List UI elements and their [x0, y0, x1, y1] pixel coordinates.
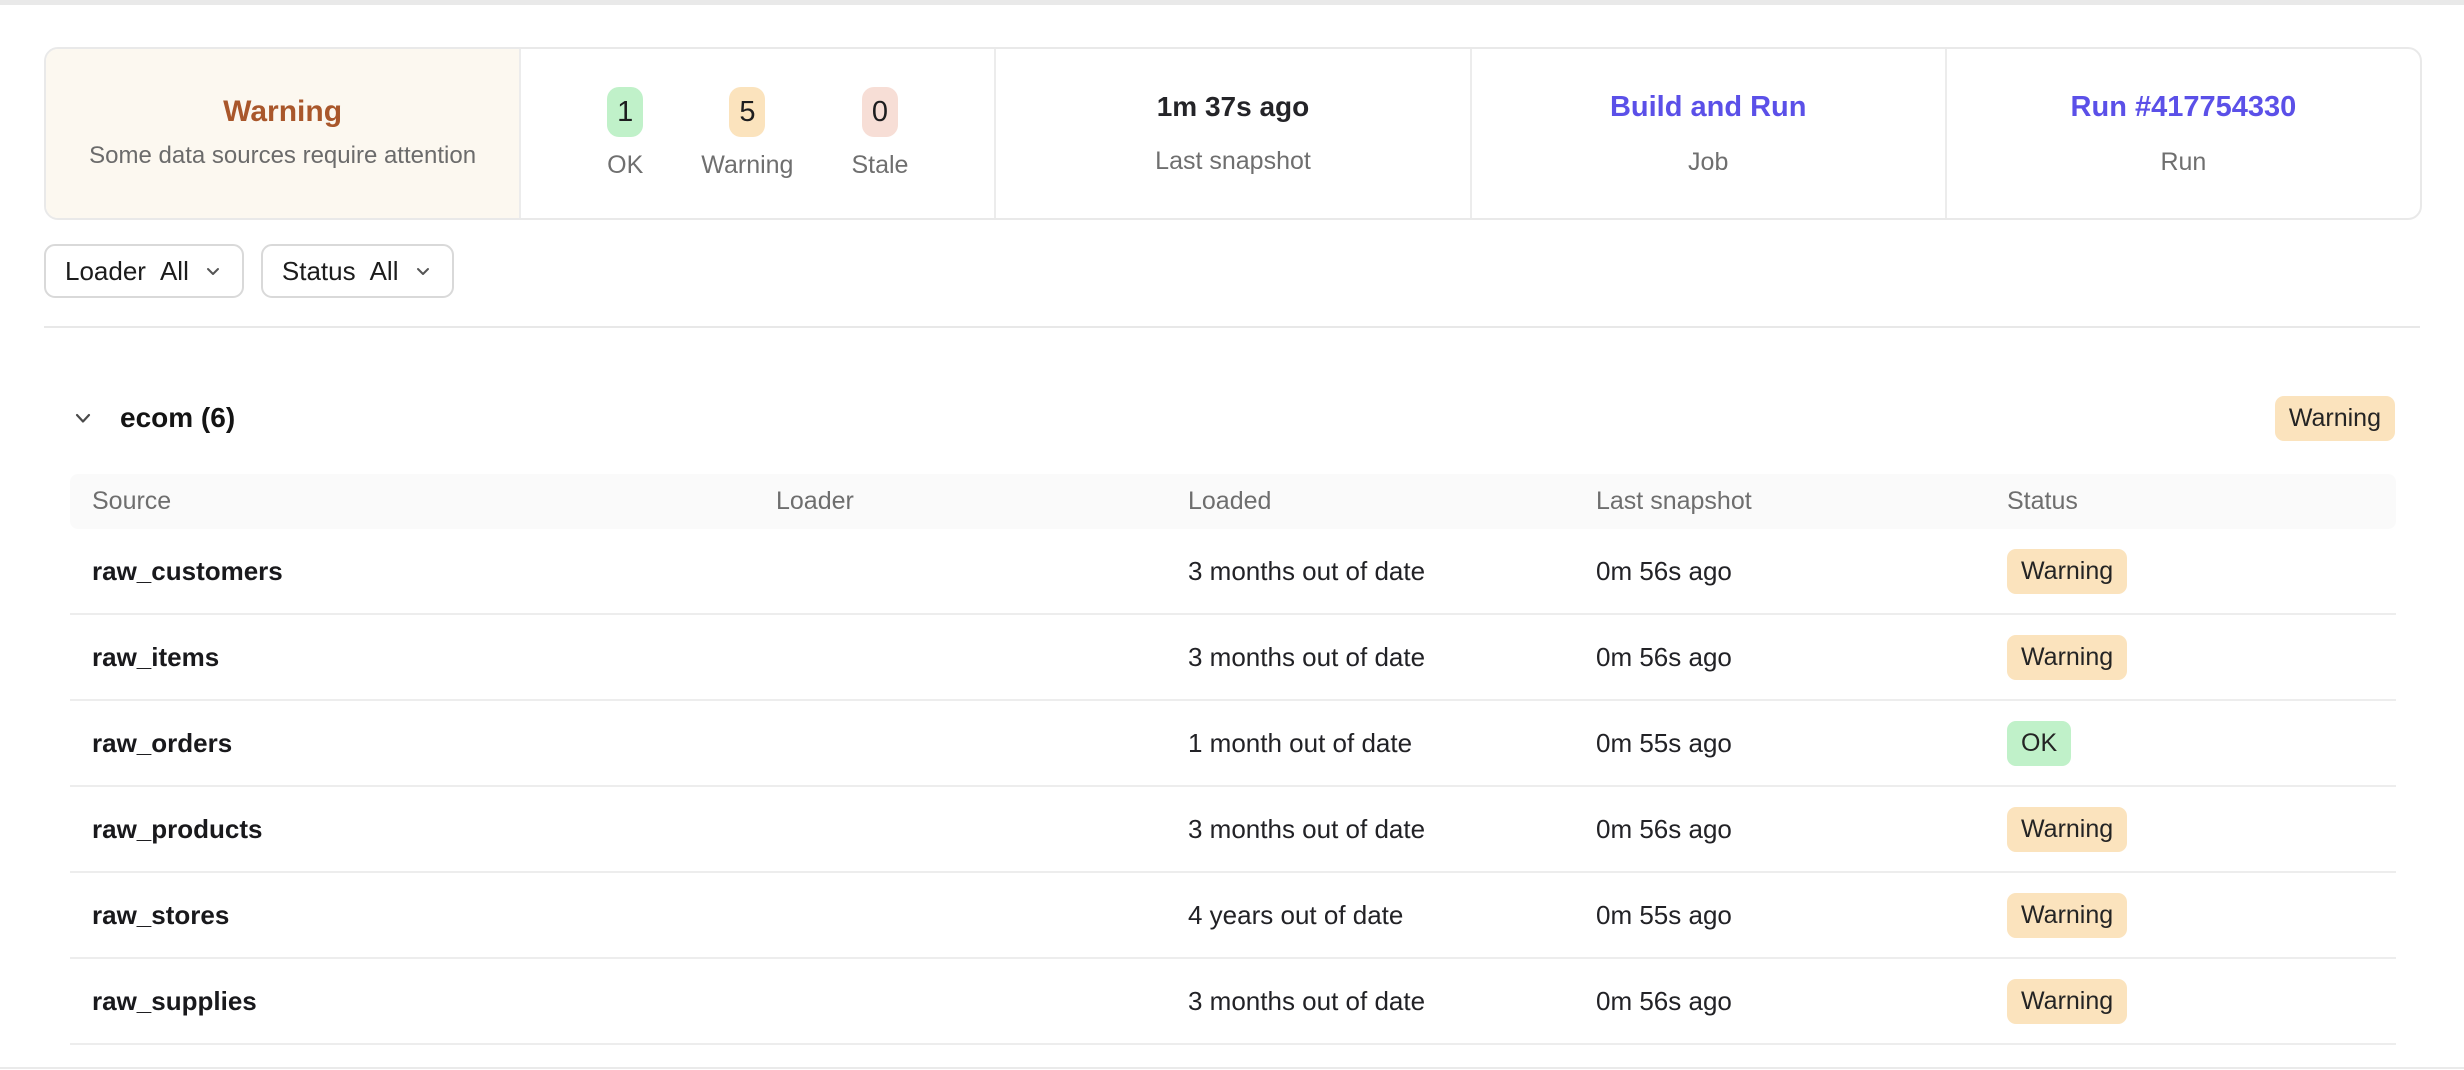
- last-snapshot-cell: 0m 55s ago: [1596, 900, 2007, 931]
- overall-status-card: Warning Some data sources require attent…: [46, 49, 521, 218]
- warning-count-pill: 5: [729, 87, 765, 137]
- loaded-cell: 3 months out of date: [1188, 642, 1596, 673]
- last-snapshot-cell: 0m 56s ago: [1596, 814, 2007, 845]
- status-cell: Warning: [2007, 979, 2374, 1024]
- table-row[interactable]: raw_customers 3 months out of date 0m 56…: [70, 529, 2396, 615]
- group-collapse-chevron-icon[interactable]: [70, 405, 96, 431]
- column-header-source: Source: [92, 487, 776, 516]
- run-link[interactable]: Run #417754330: [2071, 91, 2297, 124]
- status-cell: Warning: [2007, 893, 2374, 938]
- source-name: raw_supplies: [92, 986, 776, 1017]
- overall-status-subtitle: Some data sources require attention: [89, 140, 476, 172]
- source-name: raw_customers: [92, 556, 776, 587]
- summary-cards: Warning Some data sources require attent…: [44, 47, 2422, 220]
- group-status-badge: Warning: [2275, 396, 2395, 441]
- status-badge: OK: [2007, 721, 2071, 766]
- job-card: Build and Run Job: [1472, 49, 1947, 218]
- table-row[interactable]: raw_stores 4 years out of date 0m 55s ag…: [70, 873, 2396, 959]
- loader-filter-value: All: [160, 256, 189, 287]
- group-title: ecom (6): [120, 402, 235, 434]
- count-ok: 1 OK: [607, 87, 643, 180]
- stale-count-pill: 0: [862, 87, 898, 137]
- warning-count-label: Warning: [701, 151, 793, 180]
- table-row[interactable]: raw_supplies 3 months out of date 0m 56s…: [70, 959, 2396, 1045]
- status-filter-value: All: [370, 256, 399, 287]
- last-snapshot-cell: 0m 56s ago: [1596, 986, 2007, 1017]
- sources-table: Source Loader Loaded Last snapshot Statu…: [70, 474, 2396, 1045]
- status-cell: Warning: [2007, 807, 2374, 852]
- window-top-border: [0, 0, 2464, 5]
- status-badge: Warning: [2007, 635, 2127, 680]
- overall-status-title: Warning: [223, 94, 342, 130]
- filter-bar: Loader All Status All: [44, 244, 2464, 298]
- loaded-cell: 3 months out of date: [1188, 814, 1596, 845]
- loaded-cell: 1 month out of date: [1188, 728, 1596, 759]
- last-snapshot-cell: 0m 55s ago: [1596, 728, 2007, 759]
- table-row[interactable]: raw_items 3 months out of date 0m 56s ag…: [70, 615, 2396, 701]
- last-snapshot-label: Last snapshot: [1155, 147, 1311, 176]
- status-filter-dropdown[interactable]: Status All: [261, 244, 454, 298]
- count-stale: 0 Stale: [851, 87, 908, 180]
- status-badge: Warning: [2007, 893, 2127, 938]
- table-header-row: Source Loader Loaded Last snapshot Statu…: [70, 474, 2396, 529]
- column-header-last-snapshot: Last snapshot: [1596, 487, 2007, 516]
- status-counts-card: 1 OK 5 Warning 0 Stale: [521, 49, 996, 218]
- source-name: raw_products: [92, 814, 776, 845]
- last-snapshot-value: 1m 37s ago: [1157, 91, 1310, 123]
- source-name: raw_orders: [92, 728, 776, 759]
- status-badge: Warning: [2007, 549, 2127, 594]
- status-cell: Warning: [2007, 549, 2374, 594]
- status-badge: Warning: [2007, 807, 2127, 852]
- last-snapshot-cell: 0m 56s ago: [1596, 556, 2007, 587]
- status-badge: Warning: [2007, 979, 2127, 1024]
- table-row[interactable]: raw_orders 1 month out of date 0m 55s ag…: [70, 701, 2396, 787]
- stale-count-label: Stale: [851, 151, 908, 180]
- status-counts: 1 OK 5 Warning 0 Stale: [607, 87, 908, 180]
- column-header-status: Status: [2007, 487, 2374, 516]
- loader-filter-dropdown[interactable]: Loader All: [44, 244, 244, 298]
- run-label: Run: [2160, 148, 2206, 177]
- table-row[interactable]: raw_products 3 months out of date 0m 56s…: [70, 787, 2396, 873]
- source-group-header[interactable]: ecom (6) Warning: [0, 328, 2464, 474]
- source-name: raw_stores: [92, 900, 776, 931]
- last-snapshot-cell: 0m 56s ago: [1596, 642, 2007, 673]
- job-label: Job: [1688, 148, 1728, 177]
- count-warning: 5 Warning: [701, 87, 793, 180]
- ok-count-pill: 1: [607, 87, 643, 137]
- column-header-loader: Loader: [776, 487, 1188, 516]
- status-filter-label: Status: [282, 256, 356, 287]
- source-name: raw_items: [92, 642, 776, 673]
- run-card: Run #417754330 Run: [1947, 49, 2420, 218]
- loaded-cell: 3 months out of date: [1188, 556, 1596, 587]
- job-link[interactable]: Build and Run: [1610, 91, 1807, 124]
- loaded-cell: 3 months out of date: [1188, 986, 1596, 1017]
- column-header-loaded: Loaded: [1188, 487, 1596, 516]
- loader-filter-label: Loader: [65, 256, 146, 287]
- loaded-cell: 4 years out of date: [1188, 900, 1596, 931]
- bottom-divider: [0, 1067, 2464, 1069]
- status-cell: Warning: [2007, 635, 2374, 680]
- last-snapshot-card: 1m 37s ago Last snapshot: [996, 49, 1471, 218]
- ok-count-label: OK: [607, 151, 643, 180]
- status-cell: OK: [2007, 721, 2374, 766]
- chevron-down-icon: [413, 261, 433, 281]
- chevron-down-icon: [203, 261, 223, 281]
